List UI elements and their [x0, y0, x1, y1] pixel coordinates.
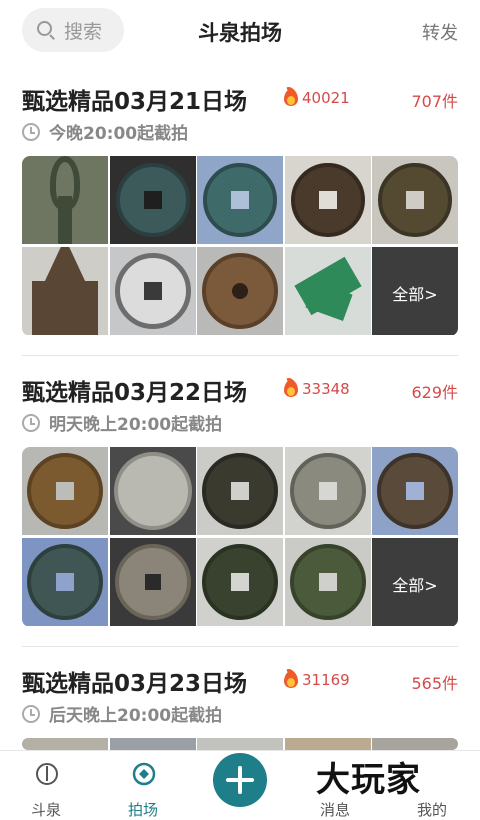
tab-auction[interactable]: 拍场 [113, 757, 173, 819]
fire-icon [283, 85, 299, 107]
lot-thumbnail[interactable] [109, 247, 196, 335]
end-time-text: 明天晚上20:00起截拍 [49, 415, 223, 435]
view-all-button[interactable]: 全部> [372, 538, 458, 626]
clock-icon [22, 122, 40, 141]
watermark: 大玩家 [316, 760, 421, 800]
lot-count: 565件 [411, 674, 458, 693]
end-time: 明天晚上20:00起截拍 [22, 410, 222, 435]
lot-grid: 全部> [22, 156, 458, 336]
end-time-text: 后天晚上20:00起截拍 [49, 706, 223, 726]
tab-label: 斗泉 [30, 801, 61, 819]
lot-thumbnail[interactable] [372, 738, 458, 750]
end-time-text: 今晚20:00起截拍 [49, 124, 189, 144]
header: 搜索 斗泉拍场 转发 [0, 0, 480, 62]
page-title: 斗泉拍场 [198, 21, 282, 45]
lot-thumbnail[interactable] [197, 538, 283, 626]
hot-badge: 33348 [283, 376, 350, 398]
lot-thumbnail[interactable] [22, 247, 108, 335]
hot-count: 33348 [302, 379, 350, 398]
lot-thumbnail[interactable] [109, 447, 196, 535]
divider [22, 646, 458, 647]
lot-count: 629件 [411, 383, 458, 402]
auction-icon [132, 762, 156, 786]
lot-thumbnail[interactable] [22, 447, 108, 535]
session-title: 甄选精品03月22日场 [22, 380, 248, 406]
tab-label: 消息 [319, 801, 350, 819]
end-time: 今晚20:00起截拍 [22, 119, 188, 144]
hot-count: 40021 [302, 88, 350, 107]
lot-count: 707件 [411, 92, 458, 111]
lot-thumbnail[interactable] [109, 738, 196, 750]
lot-thumbnail[interactable] [284, 156, 371, 244]
lot-thumbnail[interactable] [22, 156, 108, 244]
lot-grid: 全部> [22, 447, 458, 627]
hot-badge: 31169 [283, 667, 350, 689]
hot-badge: 40021 [283, 85, 350, 107]
lot-thumbnail[interactable] [284, 247, 371, 335]
share-button[interactable]: 转发 [422, 19, 458, 45]
tab-label: 我的 [416, 801, 447, 819]
tab-label: 拍场 [127, 801, 158, 819]
lot-thumbnail[interactable] [22, 738, 108, 750]
lot-thumbnail[interactable] [22, 538, 108, 626]
lot-thumbnail[interactable] [109, 156, 196, 244]
lot-thumbnail[interactable] [284, 447, 371, 535]
view-all-label: 全部> [392, 576, 438, 595]
lot-thumbnail[interactable] [284, 538, 371, 626]
lot-thumbnail[interactable] [372, 447, 458, 535]
lot-thumbnail[interactable] [372, 156, 458, 244]
end-time: 后天晚上20:00起截拍 [22, 701, 222, 726]
home-icon [36, 763, 58, 785]
session-title: 甄选精品03月23日场 [22, 671, 248, 697]
view-all-button[interactable]: 全部> [372, 247, 458, 335]
divider [22, 355, 458, 356]
hot-count: 31169 [302, 670, 350, 689]
lot-thumbnail[interactable] [197, 247, 283, 335]
session-title: 甄选精品03月21日场 [22, 89, 248, 115]
clock-icon [22, 704, 40, 723]
lot-grid [22, 738, 458, 750]
lot-thumbnail[interactable] [109, 538, 196, 626]
clock-icon [22, 413, 40, 432]
fire-icon [283, 667, 299, 689]
add-button[interactable] [213, 753, 267, 807]
tab-doquan[interactable]: 斗泉 [16, 757, 76, 819]
lot-thumbnail[interactable] [284, 738, 371, 750]
lot-thumbnail[interactable] [197, 156, 283, 244]
view-all-label: 全部> [392, 285, 438, 304]
lot-thumbnail[interactable] [197, 738, 283, 750]
lot-thumbnail[interactable] [197, 447, 283, 535]
fire-icon [283, 376, 299, 398]
